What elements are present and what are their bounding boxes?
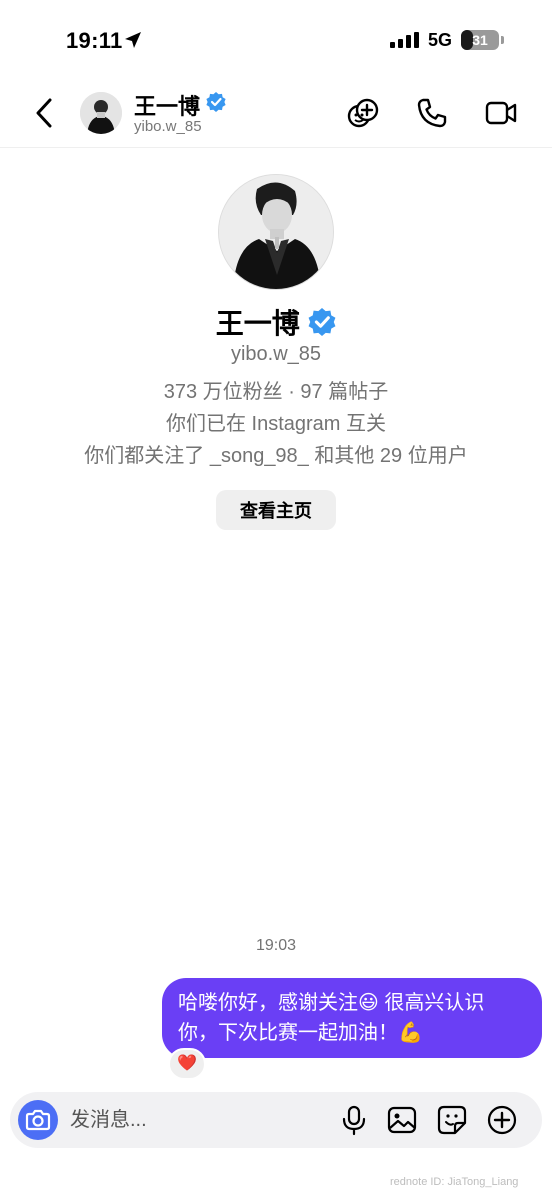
video-camera-icon[interactable] (484, 96, 518, 130)
profile-followed-by: 你们都关注了 _song_98_ 和其他 29 位用户 (84, 445, 468, 467)
message-timestamp: 19:03 (255, 937, 297, 954)
network-type: 5G (428, 30, 453, 50)
group-add-icon[interactable] (346, 96, 380, 130)
sticker-icon[interactable] (436, 1104, 468, 1136)
message-line: 你，下次比赛一起加油！💪 (178, 1022, 423, 1044)
back-chevron-icon[interactable] (30, 96, 60, 130)
verified-badge-icon (308, 308, 336, 336)
battery-percent: 31 (472, 32, 488, 48)
message-composer (10, 1092, 542, 1148)
plus-circle-icon[interactable] (486, 1104, 518, 1136)
message-input[interactable] (70, 1100, 330, 1140)
image-icon[interactable] (386, 1104, 418, 1136)
microphone-icon[interactable] (338, 1104, 370, 1136)
header-handle: yibo.w_85 (134, 118, 202, 135)
battery-icon: 31 (461, 30, 499, 50)
signal-bars-icon (390, 32, 419, 48)
camera-icon (25, 1109, 51, 1131)
status-time: 19:11 (66, 28, 123, 53)
profile-name: 王一博 (215, 308, 300, 339)
profile-stats: 373 万位粉丝 · 97 篇帖子 (163, 381, 389, 403)
profile-handle: yibo.w_85 (230, 343, 322, 365)
heart-reaction[interactable]: ❤️ (168, 1048, 206, 1080)
profile-photo (219, 175, 333, 289)
avatar-photo (80, 92, 122, 134)
phone-icon[interactable] (415, 96, 449, 130)
status-bar: 19:11 5G 31 (0, 0, 552, 80)
avatar[interactable] (80, 92, 122, 134)
profile-mutual: 你们已在 Instagram 互关 (165, 413, 387, 435)
view-profile-button[interactable]: 查看主页 (216, 490, 336, 530)
location-arrow-icon (125, 32, 141, 48)
watermark: rednote ID: JiaTong_Liang (390, 1176, 519, 1188)
chat-header: 王一博 yibo.w_85 (0, 80, 552, 148)
camera-button[interactable] (18, 1100, 58, 1140)
header-name[interactable]: 王一博 (134, 89, 200, 121)
verified-badge-icon (206, 92, 226, 112)
profile-name-row: 王一博 (0, 302, 552, 342)
profile-avatar[interactable] (218, 174, 334, 290)
battery-nub (501, 36, 504, 44)
message-line: 哈喽你好，感谢关注😃 很高兴认识 (178, 992, 485, 1014)
outgoing-message-bubble[interactable]: 哈喽你好，感谢关注😃 很高兴认识 你，下次比赛一起加油！💪 (162, 978, 542, 1058)
